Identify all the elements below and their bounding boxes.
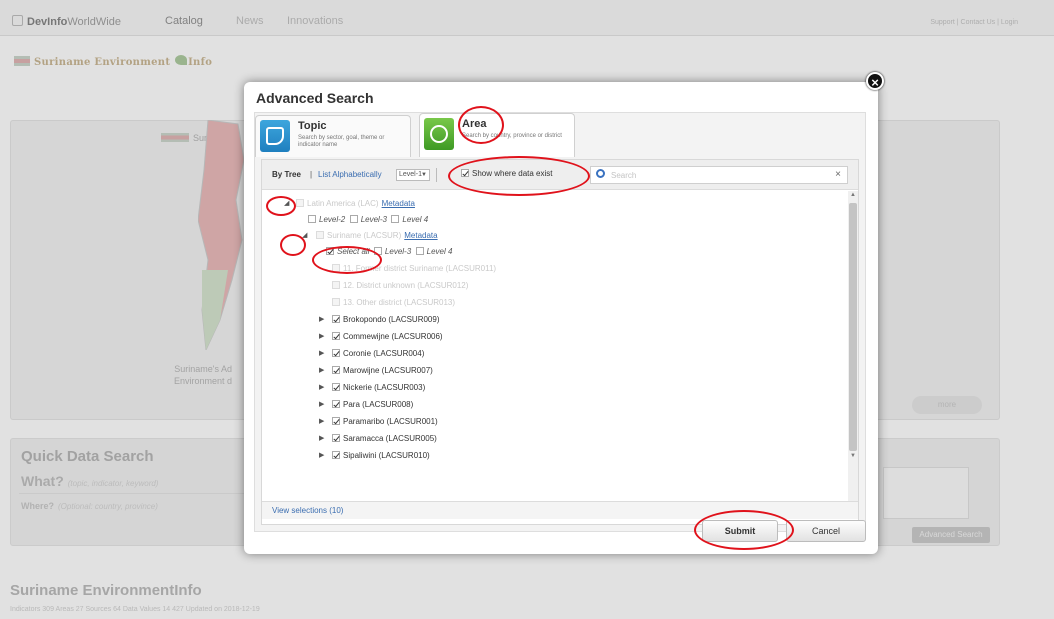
tree-node-district[interactable]: Sipaliwini (LACSUR010) — [332, 449, 430, 462]
collapse-triangle-icon[interactable]: ◢ — [302, 231, 307, 239]
tree-node-disabled: 11. Former district Suriname (LACSUR011) — [332, 262, 496, 275]
expand-triangle-icon[interactable]: ▶ — [319, 366, 324, 374]
tree-node-district[interactable]: Marowijne (LACSUR007) — [332, 364, 433, 377]
expand-triangle-icon[interactable]: ▶ — [319, 332, 324, 340]
advanced-search-modal: Advanced Search Topic Search by sector, … — [244, 82, 878, 554]
district-checkbox[interactable] — [332, 400, 340, 408]
level-select[interactable]: Level-1 ▼ — [396, 169, 430, 181]
country-level-options: Select all Level-3 Level 4 — [326, 245, 452, 258]
chevron-down-icon: ▼ — [421, 172, 427, 178]
expand-triangle-icon[interactable]: ▶ — [319, 434, 324, 442]
suriname-checkbox[interactable] — [316, 231, 324, 239]
disabled-checkbox — [332, 298, 340, 306]
tab-topic[interactable]: Topic Search by sector, goal, theme or i… — [255, 115, 411, 157]
tree-node-district[interactable]: Commewijne (LACSUR006) — [332, 330, 443, 343]
globe-icon — [424, 118, 454, 150]
tree-node-district[interactable]: Nickerie (LACSUR003) — [332, 381, 425, 394]
level-2-checkbox[interactable] — [308, 215, 316, 223]
scrollbar-thumb[interactable] — [849, 203, 857, 451]
toolbar-separator: | — [310, 170, 313, 179]
disabled-checkbox — [332, 264, 340, 272]
level-3-checkbox[interactable] — [373, 247, 382, 255]
cancel-button[interactable]: Cancel — [786, 520, 866, 542]
submit-button[interactable]: Submit — [702, 520, 778, 542]
expand-triangle-icon[interactable]: ▶ — [319, 315, 324, 323]
area-content: By Tree | List Alphabetically Level-1 ▼ S… — [261, 159, 859, 525]
disabled-checkbox — [332, 281, 340, 289]
show-where-data-exist[interactable]: Show where data exist — [461, 169, 553, 178]
expand-triangle-icon[interactable]: ▶ — [319, 400, 324, 408]
toolbar-divider — [436, 168, 437, 182]
tree-node-root[interactable]: Latin America (LAC) Metadata — [296, 197, 415, 210]
level-3-checkbox[interactable] — [349, 215, 358, 223]
tree-toolbar: By Tree | List Alphabetically Level-1 ▼ S… — [262, 160, 858, 190]
tree-scrollbar[interactable]: ▲ ▼ — [848, 191, 858, 501]
district-checkbox[interactable] — [332, 434, 340, 442]
tree-node-district[interactable]: Paramaribo (LACSUR001) — [332, 415, 438, 428]
view-selections-link[interactable]: View selections (10) — [272, 506, 343, 515]
tree-node-district[interactable]: Para (LACSUR008) — [332, 398, 413, 411]
scroll-down-icon[interactable]: ▼ — [850, 453, 856, 459]
level-4-checkbox[interactable] — [391, 215, 400, 223]
tree-node-disabled: 13. Other district (LACSUR013) — [332, 296, 455, 309]
tab-area[interactable]: Area Search by country, province or dist… — [419, 113, 575, 157]
search-input[interactable]: Search × — [590, 166, 848, 184]
root-metadata-link[interactable]: Metadata — [382, 199, 415, 208]
tab-area-desc: Search by country, province or district — [462, 133, 562, 139]
expand-triangle-icon[interactable]: ▶ — [319, 349, 324, 357]
district-checkbox[interactable] — [332, 332, 340, 340]
expand-triangle-icon[interactable]: ▶ — [319, 451, 324, 459]
district-checkbox[interactable] — [332, 349, 340, 357]
search-icon — [596, 169, 605, 178]
district-checkbox[interactable] — [332, 383, 340, 391]
tabs-container: Topic Search by sector, goal, theme or i… — [254, 112, 866, 532]
list-alphabetically-link[interactable]: List Alphabetically — [318, 170, 382, 179]
by-tree-link[interactable]: By Tree — [272, 170, 301, 179]
tree-node-district[interactable]: Brokopondo (LACSUR009) — [332, 313, 440, 326]
level-4-checkbox[interactable] — [415, 247, 424, 255]
tab-topic-label: Topic — [298, 120, 327, 132]
tree-node-district[interactable]: Saramacca (LACSUR005) — [332, 432, 437, 445]
collapse-triangle-icon[interactable]: ◢ — [284, 199, 289, 207]
view-selections-bar: View selections (10) — [262, 501, 858, 519]
scroll-up-icon[interactable]: ▲ — [850, 192, 856, 198]
area-tree: ◢ Latin America (LAC) Metadata Level-2 Le… — [262, 191, 858, 501]
show-data-checkbox[interactable] — [461, 169, 469, 177]
tab-area-label: Area — [462, 118, 487, 130]
district-checkbox[interactable] — [332, 417, 340, 425]
district-checkbox[interactable] — [332, 315, 340, 323]
tree-node-disabled: 12. District unknown (LACSUR012) — [332, 279, 468, 292]
suriname-metadata-link[interactable]: Metadata — [404, 231, 437, 240]
root-level-options: Level-2 Level-3 Level 4 — [308, 213, 428, 226]
district-checkbox[interactable] — [332, 366, 340, 374]
root-checkbox[interactable] — [296, 199, 304, 207]
tree-node-suriname[interactable]: Suriname (LACSUR) Metadata — [316, 229, 438, 242]
select-all-checkbox[interactable] — [326, 247, 334, 255]
clear-search-icon[interactable]: × — [835, 169, 841, 180]
touch-icon — [260, 120, 290, 152]
expand-triangle-icon[interactable]: ▶ — [319, 417, 324, 425]
modal-title: Advanced Search — [256, 90, 374, 106]
expand-triangle-icon[interactable]: ▶ — [319, 383, 324, 391]
close-icon[interactable]: × — [866, 72, 884, 90]
tab-topic-desc: Search by sector, goal, theme or indicat… — [298, 135, 385, 148]
district-checkbox[interactable] — [332, 451, 340, 459]
tree-node-district[interactable]: Coronie (LACSUR004) — [332, 347, 424, 360]
